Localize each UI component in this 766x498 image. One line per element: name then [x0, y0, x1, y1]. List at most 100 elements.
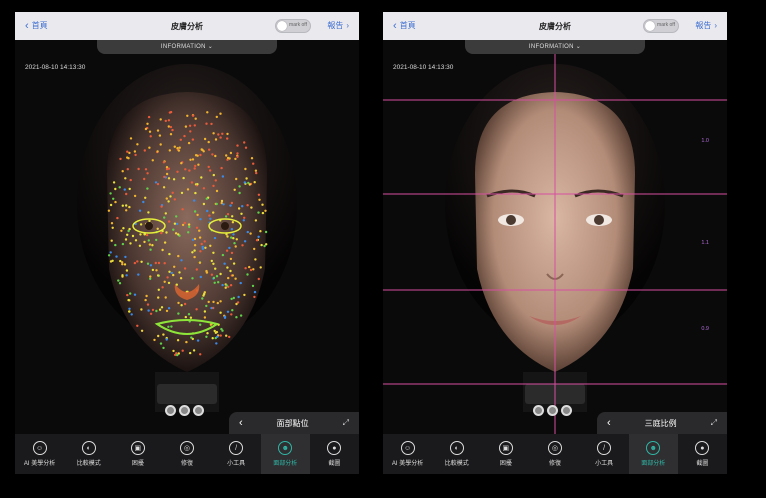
landmark-point — [129, 137, 133, 140]
landmark-point — [219, 300, 222, 303]
landmark-point — [184, 125, 188, 128]
landmark-point — [139, 223, 143, 226]
landmark-point — [117, 279, 120, 282]
landmark-point — [147, 239, 150, 242]
panel-title: 面部點位 — [276, 418, 309, 428]
tab-ai-aesthetic[interactable]: ☺ AI 美學分析 — [383, 434, 432, 474]
landmark-point — [189, 316, 193, 319]
information-dropdown[interactable]: INFORMATION ⌄ — [97, 40, 277, 54]
landmark-point — [176, 353, 179, 357]
landmark-point — [208, 214, 211, 217]
landmark-point — [206, 209, 209, 213]
tab-label: 修復 — [548, 461, 561, 467]
landmark-point — [147, 115, 151, 119]
landmark-point — [246, 273, 249, 276]
tab-repair[interactable]: ◎ 修復 — [530, 434, 579, 474]
landmark-point — [250, 206, 253, 209]
landmark-point — [212, 276, 216, 280]
landmark-point — [233, 188, 236, 191]
landmark-point — [146, 122, 149, 126]
repair-icon: ◎ — [547, 441, 562, 455]
landmark-point — [243, 240, 247, 243]
landmark-point — [133, 261, 137, 265]
landmark-point — [188, 225, 191, 229]
mark-toggle[interactable]: mark off — [643, 19, 679, 33]
tab-screenshot[interactable]: ● 截圖 — [310, 434, 359, 474]
information-dropdown[interactable]: INFORMATION ⌄ — [465, 40, 645, 54]
landmark-point — [186, 188, 190, 191]
tab-tools[interactable]: / 小工具 — [580, 434, 629, 474]
landmark-point — [193, 167, 196, 170]
landmark-point — [194, 191, 197, 195]
landmark-point — [155, 238, 158, 242]
landmark-point — [184, 168, 187, 171]
landmark-point — [215, 202, 218, 206]
screenshot-icon: ● — [695, 441, 710, 455]
landmark-point — [128, 310, 131, 313]
landmark-point — [120, 229, 123, 232]
tab-compare[interactable]: ◐ 比較模式 — [432, 434, 481, 474]
landmark-point — [193, 237, 197, 241]
landmark-point — [197, 163, 200, 166]
landmark-point — [182, 176, 185, 180]
tab-compare[interactable]: ◐ 比較模式 — [64, 434, 113, 474]
landmark-point — [187, 313, 191, 316]
landmark-point — [253, 295, 256, 299]
tab-label: 小工具 — [227, 461, 246, 467]
landmark-point — [149, 264, 153, 267]
landmark-point — [215, 115, 218, 119]
landmark-point — [164, 212, 167, 215]
tab-screenshot[interactable]: ● 截圖 — [678, 434, 727, 474]
landmark-point — [142, 200, 145, 204]
landmark-point — [229, 284, 233, 287]
tab-repair[interactable]: ◎ 修復 — [162, 434, 211, 474]
landmark-point — [191, 158, 195, 161]
landmark-point — [201, 245, 204, 249]
landmark-point — [114, 187, 117, 191]
concern-icon: ▣ — [130, 441, 145, 455]
tab-face-analysis[interactable]: ☻ 面部分析 — [628, 434, 678, 474]
tab-tools[interactable]: / 小工具 — [212, 434, 261, 474]
landmark-point — [177, 312, 180, 315]
bottom-tab-bar: ☺ AI 美學分析 ◐ 比較模式 ▣ 困擾 ◎ 修復 / 小工具 ☻ 面部分析 ● 截圖 — [15, 434, 359, 474]
landmark-point — [225, 249, 229, 252]
landmark-point — [149, 135, 152, 138]
landmark-point — [169, 133, 173, 136]
landmark-point — [136, 143, 139, 146]
landmark-point — [228, 335, 231, 339]
landmark-point — [160, 205, 163, 208]
landmark-point — [160, 231, 163, 235]
tab-ai-aesthetic[interactable]: ☺ AI 美學分析 — [15, 434, 64, 474]
tab-concern[interactable]: ▣ 困擾 — [113, 434, 162, 474]
landmark-point — [248, 265, 251, 269]
landmark-point — [251, 284, 255, 288]
analysis-panel: ‹ 三庭比例 ⤢ — [597, 412, 727, 434]
landmark-point — [205, 335, 208, 338]
landmark-point — [114, 200, 117, 204]
landmark-point — [151, 159, 154, 162]
report-button[interactable]: 報告 › — [327, 20, 349, 31]
landmark-point — [159, 143, 162, 146]
landmark-point — [226, 132, 229, 136]
landmark-point — [166, 276, 169, 279]
landmark-point — [220, 199, 224, 203]
report-button[interactable]: 報告 › — [695, 20, 717, 31]
landmark-point — [168, 220, 171, 223]
tab-label: AI 美學分析 — [23, 461, 56, 467]
landmark-point — [252, 162, 255, 165]
landmark-point — [161, 286, 164, 289]
landmark-point — [200, 176, 203, 179]
landmark-point — [189, 130, 192, 133]
tab-concern[interactable]: ▣ 困擾 — [481, 434, 530, 474]
face-landmark-screen: ‹ 首頁 皮膚分析 mark off 報告 › INFORMATION ⌄ 20… — [15, 12, 359, 474]
mark-toggle[interactable]: mark off — [275, 19, 311, 33]
landmark-point — [183, 134, 186, 138]
landmark-point — [123, 263, 127, 266]
tab-face-analysis[interactable]: ☻ 面部分析 — [260, 434, 310, 474]
landmark-point — [140, 308, 143, 311]
expand-icon[interactable]: ⤢ — [711, 418, 717, 428]
landmark-point — [177, 254, 180, 258]
landmark-point — [146, 172, 149, 175]
tab-label: 面部分析 — [641, 461, 666, 467]
expand-icon[interactable]: ⤢ — [343, 418, 349, 428]
